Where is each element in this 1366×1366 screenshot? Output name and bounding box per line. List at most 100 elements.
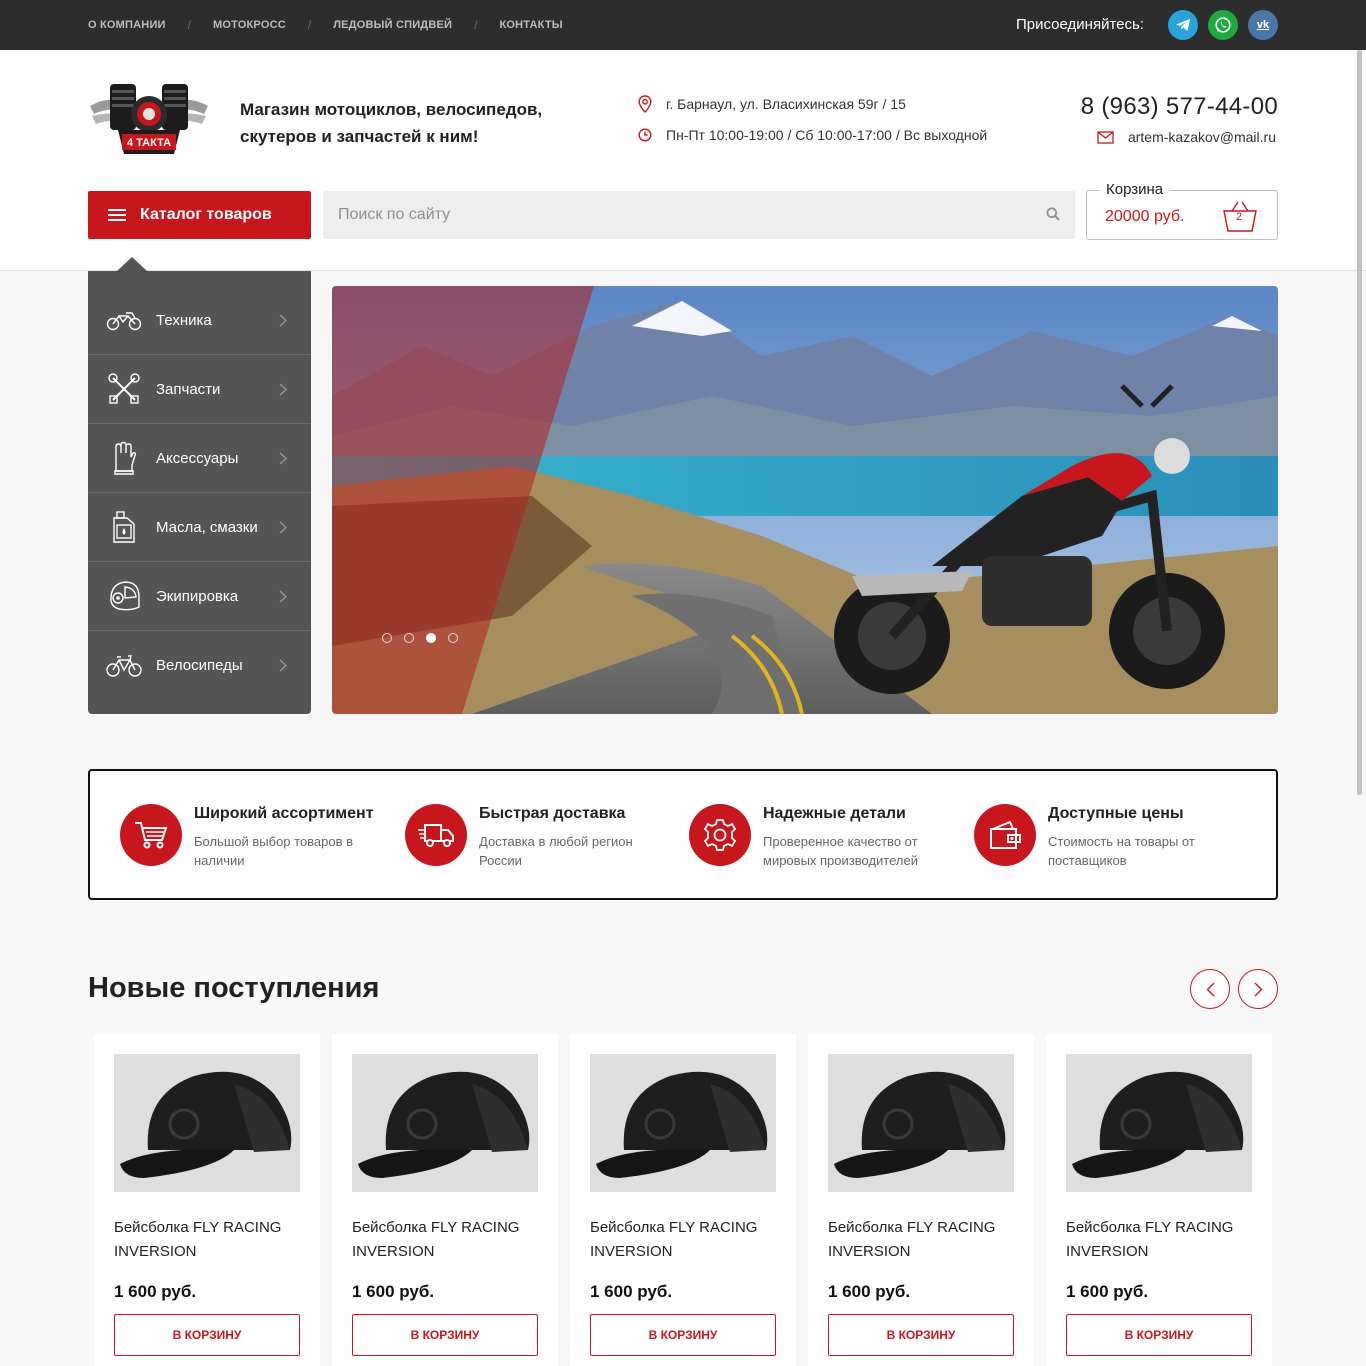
top-navigation: О КОМПАНИИ / МОТОКРОСС / ЛЕДОВЫЙ СПИДВЕЙ…: [88, 0, 563, 50]
feature-description: Большой выбор товаров в наличии: [194, 834, 354, 868]
feature-description: Стоимость на товары от поставщиков: [1048, 834, 1195, 868]
product-image[interactable]: [828, 1054, 1014, 1192]
carousel-next-button[interactable]: [1238, 969, 1278, 1009]
product-price: 1 600 руб.: [1066, 1282, 1149, 1301]
vk-icon[interactable]: vk: [1248, 10, 1278, 40]
feature-description: Проверенное качество от мировых производ…: [763, 834, 918, 868]
add-to-cart-button[interactable]: В КОРЗИНУ: [114, 1314, 300, 1356]
carousel-prev-button[interactable]: [1190, 969, 1230, 1009]
chevron-right-icon: [279, 521, 287, 534]
feature-title: Быстрая доставка: [479, 805, 626, 822]
phone-number[interactable]: 8 (963) 577-44-00: [1081, 93, 1278, 121]
cart-count: 2: [1235, 211, 1243, 223]
chevron-right-icon: [1254, 982, 1262, 996]
product-name[interactable]: Бейсболка FLY RACING INVERSION: [1066, 1216, 1252, 1264]
menu-item-bicycles[interactable]: Велосипеды: [88, 631, 311, 700]
email-link[interactable]: artem-kazakov@mail.ru: [1097, 129, 1276, 145]
product-price: 1 600 руб.: [114, 1282, 197, 1301]
wallet-icon: [974, 804, 1036, 866]
product-price: 1 600 руб.: [828, 1282, 911, 1301]
catalog-menu: Техника Запчасти Аксессуары Масла, смазк…: [88, 271, 311, 714]
menu-item-parts[interactable]: Запчасти: [88, 355, 311, 424]
add-to-cart-button[interactable]: В КОРЗИНУ: [352, 1314, 538, 1356]
feature-assortment: Широкий ассортимент Большой выбор товаро…: [120, 804, 380, 874]
slider-dot-active[interactable]: [426, 633, 436, 643]
glove-icon: [106, 440, 142, 476]
catalog-button-label: Каталог товаров: [140, 206, 272, 223]
join-us-label: Присоединяйтесь:: [1016, 16, 1144, 33]
location-pin-icon: [638, 95, 652, 113]
product-card[interactable]: Бейсболка FLY RACING INVERSION 1 600 руб…: [1046, 1034, 1272, 1366]
menu-item-accessories[interactable]: Аксессуары: [88, 424, 311, 493]
mail-icon: [1097, 130, 1114, 144]
feature-title: Доступные цены: [1048, 805, 1184, 822]
working-hours: Пн-Пт 10:00-19:00 / Сб 10:00-17:00 / Вс …: [638, 127, 987, 143]
menu-item-label: Аксессуары: [156, 449, 239, 467]
topnav-link-ice-speedway[interactable]: ЛЕДОВЫЙ СПИДВЕЙ: [333, 19, 452, 31]
slider-dot[interactable]: [448, 633, 458, 643]
email-text: artem-kazakov@mail.ru: [1127, 129, 1276, 145]
whatsapp-icon[interactable]: [1208, 10, 1238, 40]
menu-item-label: Запчасти: [156, 380, 221, 398]
hero-banner-image: [332, 286, 1278, 714]
menu-icon: [108, 209, 126, 221]
add-to-cart-button[interactable]: В КОРЗИНУ: [590, 1314, 776, 1356]
address: г. Барнаул, ул. Власихинская 59г / 15: [638, 95, 906, 113]
add-to-cart-button[interactable]: В КОРЗИНУ: [828, 1314, 1014, 1356]
topnav-link-company[interactable]: О КОМПАНИИ: [88, 19, 166, 31]
feature-prices: Доступные цены Стоимость на товары от по…: [974, 804, 1234, 874]
product-card[interactable]: Бейсболка FLY RACING INVERSION 1 600 руб…: [332, 1034, 558, 1366]
bicycle-icon: [106, 648, 142, 684]
motorcycle-icon: [106, 302, 142, 338]
slider-dots: [382, 633, 470, 643]
slider-dot[interactable]: [382, 633, 392, 643]
product-name[interactable]: Бейсболка FLY RACING INVERSION: [828, 1216, 1014, 1264]
chevron-right-icon: [279, 659, 287, 672]
menu-item-technics[interactable]: Техника: [88, 286, 311, 355]
menu-item-label: Велосипеды: [156, 657, 243, 674]
search-icon[interactable]: [1046, 207, 1060, 221]
topnav-separator: /: [187, 18, 191, 32]
topnav-separator: /: [307, 18, 312, 32]
product-name[interactable]: Бейсболка FLY RACING INVERSION: [114, 1216, 300, 1264]
helmet-icon: [106, 578, 142, 614]
search-input[interactable]: [323, 191, 1075, 239]
add-to-cart-button[interactable]: В КОРЗИНУ: [1066, 1314, 1252, 1356]
product-card[interactable]: Бейсболка FLY RACING INVERSION 1 600 руб…: [94, 1034, 320, 1366]
menu-item-equipment[interactable]: Экипировка: [88, 562, 311, 631]
product-image[interactable]: [590, 1054, 776, 1192]
cart-icon: [120, 804, 182, 866]
product-list: Бейсболка FLY RACING INVERSION 1 600 руб…: [94, 1034, 1284, 1366]
product-name[interactable]: Бейсболка FLY RACING INVERSION: [590, 1216, 776, 1264]
topnav-separator: /: [474, 18, 478, 32]
hero-slider[interactable]: [332, 286, 1278, 714]
gear-icon: [689, 804, 751, 866]
feature-description: Доставка в любой регион России: [479, 834, 633, 868]
topnav-link-contacts[interactable]: КОНТАКТЫ: [499, 19, 562, 31]
logo-text: 4 ТАКТА: [127, 137, 171, 149]
feature-quality: Надежные детали Проверенное качество от …: [689, 804, 949, 874]
product-name[interactable]: Бейсболка FLY RACING INVERSION: [352, 1216, 538, 1264]
product-image[interactable]: [1066, 1054, 1252, 1192]
product-image[interactable]: [352, 1054, 538, 1192]
slider-dot[interactable]: [404, 633, 414, 643]
telegram-icon[interactable]: [1168, 10, 1198, 40]
page-scrollbar[interactable]: [1357, 50, 1362, 795]
clock-icon: [638, 128, 652, 142]
address-text: г. Барнаул, ул. Власихинская 59г / 15: [666, 96, 906, 112]
menu-item-oils[interactable]: Масла, смазки: [88, 493, 311, 562]
product-card[interactable]: Бейсболка FLY RACING INVERSION 1 600 руб…: [808, 1034, 1034, 1366]
cart-widget[interactable]: Корзина 20000 руб. 2: [1086, 181, 1278, 240]
site-logo[interactable]: 4 ТАКТА: [88, 80, 210, 160]
product-image[interactable]: [114, 1054, 300, 1192]
catalog-button[interactable]: Каталог товаров: [88, 191, 311, 239]
feature-title: Широкий ассортимент: [194, 805, 374, 822]
product-card[interactable]: Бейсболка FLY RACING INVERSION 1 600 руб…: [570, 1034, 796, 1366]
product-price: 1 600 руб.: [590, 1282, 673, 1301]
topnav-link-motocross[interactable]: МОТОКРОСС: [213, 19, 286, 31]
site-header: 4 ТАКТА Магазин мотоциклов, велосипедов,…: [0, 50, 1366, 271]
feature-delivery: Быстрая доставка Доставка в любой регион…: [405, 804, 665, 874]
section-title: Новые поступления: [88, 972, 380, 1004]
cart-sum: 20000 руб.: [1105, 208, 1185, 225]
menu-pointer: [117, 257, 147, 271]
